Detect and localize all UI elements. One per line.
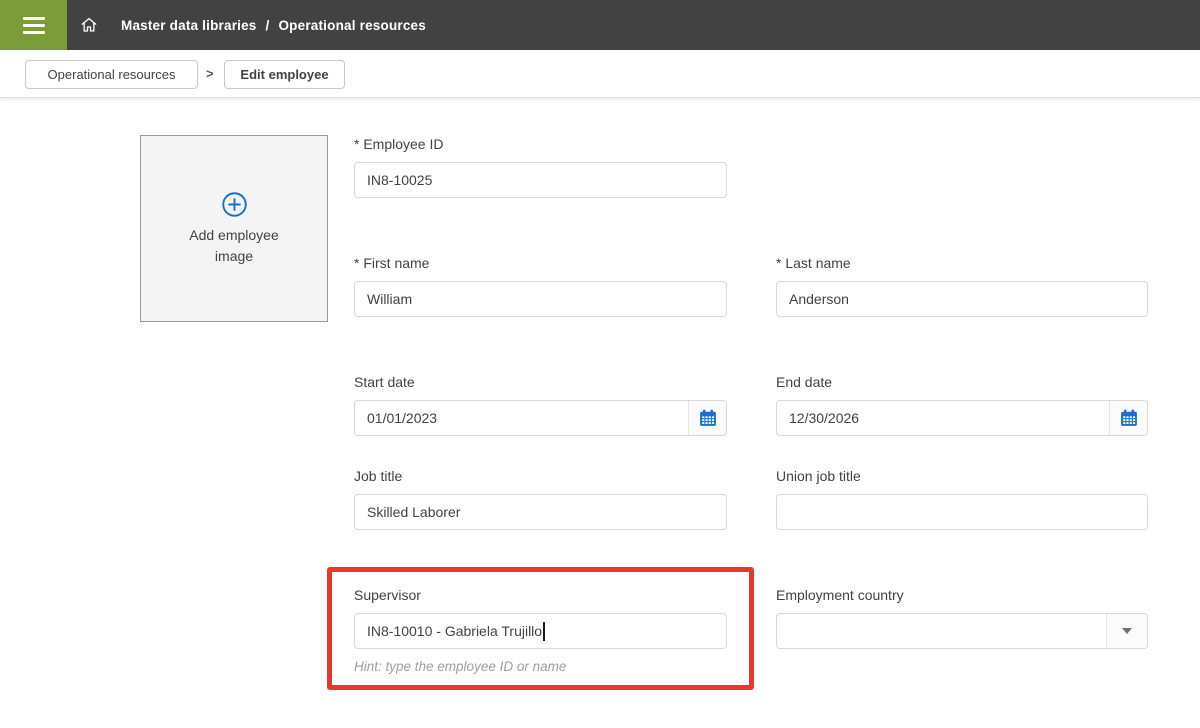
end-date-field: End date (776, 374, 1148, 436)
job-title-input[interactable] (354, 494, 727, 530)
start-date-input-wrap (354, 400, 727, 436)
calendar-icon (698, 408, 718, 428)
union-job-title-label: Union job title (776, 468, 1148, 484)
chevron-right-icon: > (206, 66, 214, 81)
end-date-label: End date (776, 374, 1148, 390)
add-employee-image-label: Add employee image (179, 225, 289, 267)
start-date-calendar-button[interactable] (688, 401, 726, 435)
start-date-label: Start date (354, 374, 727, 390)
first-name-field: * First name (354, 255, 727, 317)
end-date-input[interactable] (777, 401, 1147, 435)
employee-id-label: * Employee ID (354, 136, 727, 152)
top-app-bar: Master data libraries / Operational reso… (0, 0, 1200, 50)
nav-tab-operational-resources[interactable]: Operational resources (25, 60, 198, 89)
first-name-input[interactable] (354, 281, 727, 317)
supervisor-label: Supervisor (354, 587, 727, 603)
calendar-icon (1119, 408, 1139, 428)
plus-circle-icon (221, 191, 248, 218)
last-name-field: * Last name (776, 255, 1148, 317)
employment-country-field: Employment country (776, 587, 1148, 649)
supervisor-field: Supervisor IN8-10010 - Gabriela Trujillo… (354, 587, 727, 649)
supervisor-hint: Hint: type the employee ID or name (354, 659, 566, 674)
breadcrumb-item-master-data-libraries[interactable]: Master data libraries (121, 18, 257, 33)
text-cursor (543, 622, 545, 641)
employment-country-input[interactable] (777, 614, 1147, 648)
union-job-title-input[interactable] (776, 494, 1148, 530)
edit-employee-page: Master data libraries / Operational reso… (0, 0, 1200, 728)
end-date-input-wrap (776, 400, 1148, 436)
supervisor-input-value: IN8-10010 - Gabriela Trujillo (367, 623, 542, 639)
employment-country-label: Employment country (776, 587, 1148, 603)
job-title-label: Job title (354, 468, 727, 484)
nav-tab-edit-employee[interactable]: Edit employee (224, 60, 345, 89)
menu-button[interactable] (0, 0, 67, 50)
union-job-title-field: Union job title (776, 468, 1148, 530)
supervisor-input[interactable]: IN8-10010 - Gabriela Trujillo (354, 613, 727, 649)
last-name-label: * Last name (776, 255, 1148, 271)
breadcrumb-item-operational-resources[interactable]: Operational resources (278, 18, 426, 33)
last-name-input[interactable] (776, 281, 1148, 317)
add-employee-image-button[interactable]: Add employee image (140, 135, 328, 322)
employee-id-input[interactable] (354, 162, 727, 198)
employment-country-dropdown-button[interactable] (1106, 614, 1147, 648)
job-title-field: Job title (354, 468, 727, 530)
breadcrumb-separator: / (266, 18, 270, 33)
start-date-input[interactable] (355, 401, 726, 435)
first-name-label: * First name (354, 255, 727, 271)
menu-icon (23, 17, 45, 34)
employment-country-input-wrap (776, 613, 1148, 649)
dropdown-arrow-icon (1122, 628, 1132, 634)
home-icon (79, 15, 99, 35)
breadcrumb: Master data libraries / Operational reso… (121, 0, 426, 50)
employee-id-field: * Employee ID (354, 136, 727, 198)
start-date-field: Start date (354, 374, 727, 436)
page-nav-row: Operational resources > Edit employee (0, 50, 1200, 98)
home-button[interactable] (67, 0, 111, 50)
end-date-calendar-button[interactable] (1109, 401, 1147, 435)
